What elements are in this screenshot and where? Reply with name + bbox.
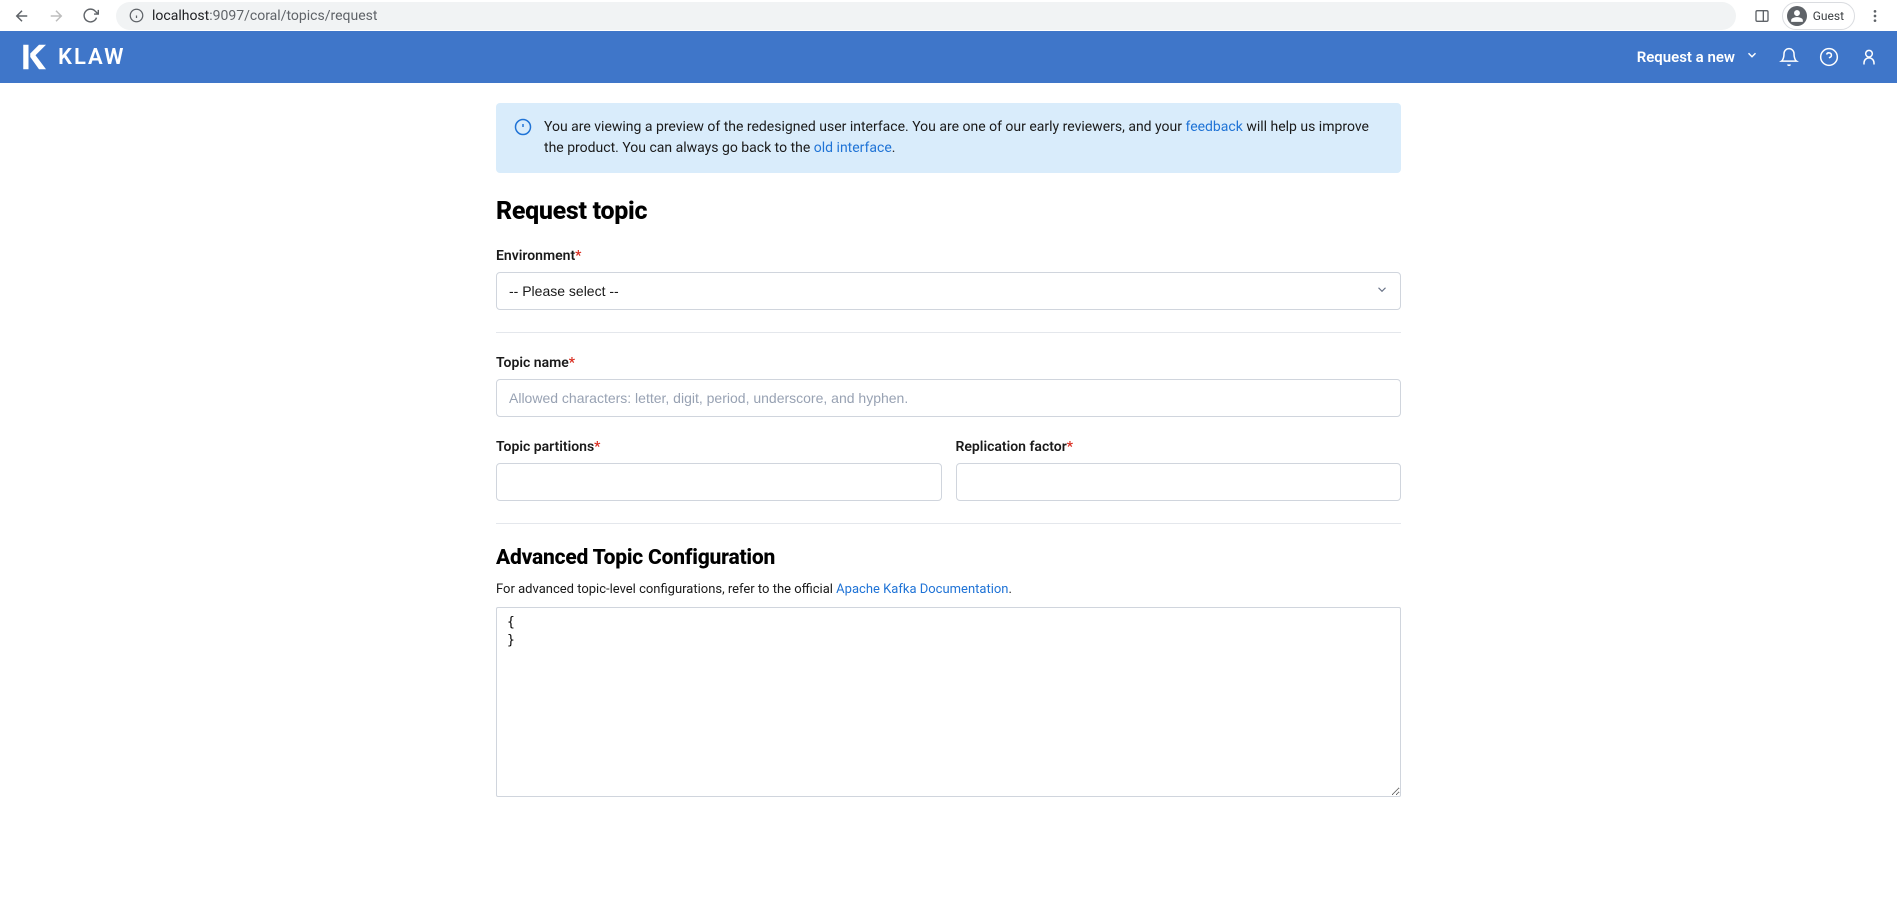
- browser-reload-button[interactable]: [76, 2, 104, 30]
- topic-name-field: Topic name*: [496, 355, 1401, 417]
- browser-chrome: localhost:9097/coral/topics/request Gues…: [0, 0, 1897, 31]
- kafka-docs-link[interactable]: Apache Kafka Documentation: [836, 582, 1008, 597]
- topic-name-input[interactable]: [496, 379, 1401, 417]
- browser-panel-icon[interactable]: [1748, 2, 1776, 30]
- partitions-replication-row: Topic partitions* Replication factor*: [496, 439, 1401, 501]
- guest-label: Guest: [1813, 9, 1844, 23]
- brand[interactable]: KLAW: [18, 43, 125, 71]
- request-new-dropdown[interactable]: Request a new: [1637, 48, 1759, 66]
- chevron-down-icon: [1745, 48, 1759, 66]
- browser-menu-icon[interactable]: [1861, 2, 1889, 30]
- advanced-config-textarea[interactable]: [496, 607, 1401, 797]
- browser-right-controls: Guest: [1748, 2, 1889, 30]
- browser-address-bar[interactable]: localhost:9097/coral/topics/request: [116, 2, 1736, 30]
- advanced-config-description: For advanced topic-level configurations,…: [496, 582, 1401, 597]
- replication-factor-label: Replication factor*: [956, 439, 1402, 455]
- required-marker: *: [594, 439, 600, 455]
- required-marker: *: [1067, 439, 1073, 455]
- browser-forward-button[interactable]: [42, 2, 70, 30]
- topic-partitions-label: Topic partitions*: [496, 439, 942, 455]
- brand-name: KLAW: [58, 45, 125, 70]
- divider: [496, 523, 1401, 524]
- browser-url: localhost:9097/coral/topics/request: [152, 8, 377, 24]
- divider: [496, 332, 1401, 333]
- replication-factor-field: Replication factor*: [956, 439, 1402, 501]
- replication-factor-input[interactable]: [956, 463, 1402, 501]
- help-icon[interactable]: [1819, 47, 1839, 67]
- environment-label: Environment*: [496, 248, 1401, 264]
- topic-partitions-field: Topic partitions*: [496, 439, 942, 501]
- main-content: You are viewing a preview of the redesig…: [496, 83, 1401, 801]
- old-interface-link[interactable]: old interface: [814, 140, 892, 156]
- banner-text: You are viewing a preview of the redesig…: [544, 117, 1383, 159]
- header-right: Request a new: [1637, 47, 1879, 67]
- feedback-link[interactable]: feedback: [1185, 119, 1242, 135]
- topic-partitions-input[interactable]: [496, 463, 942, 501]
- preview-info-banner: You are viewing a preview of the redesig…: [496, 103, 1401, 173]
- required-marker: *: [569, 355, 575, 371]
- site-info-icon[interactable]: [128, 8, 144, 24]
- guest-avatar-icon: [1787, 6, 1807, 26]
- browser-back-button[interactable]: [8, 2, 36, 30]
- environment-select[interactable]: -- Please select --: [496, 272, 1401, 310]
- required-marker: *: [575, 248, 581, 264]
- info-icon: [514, 118, 532, 136]
- request-new-label: Request a new: [1637, 48, 1735, 66]
- browser-profile-chip[interactable]: Guest: [1782, 2, 1855, 30]
- topic-name-label: Topic name*: [496, 355, 1401, 371]
- notifications-icon[interactable]: [1779, 47, 1799, 67]
- page-title: Request topic: [496, 197, 1401, 226]
- advanced-config-title: Advanced Topic Configuration: [496, 546, 1401, 570]
- user-icon[interactable]: [1859, 47, 1879, 67]
- app-header: KLAW Request a new: [0, 31, 1897, 83]
- environment-field: Environment* -- Please select --: [496, 248, 1401, 310]
- brand-logo-icon: [18, 43, 46, 71]
